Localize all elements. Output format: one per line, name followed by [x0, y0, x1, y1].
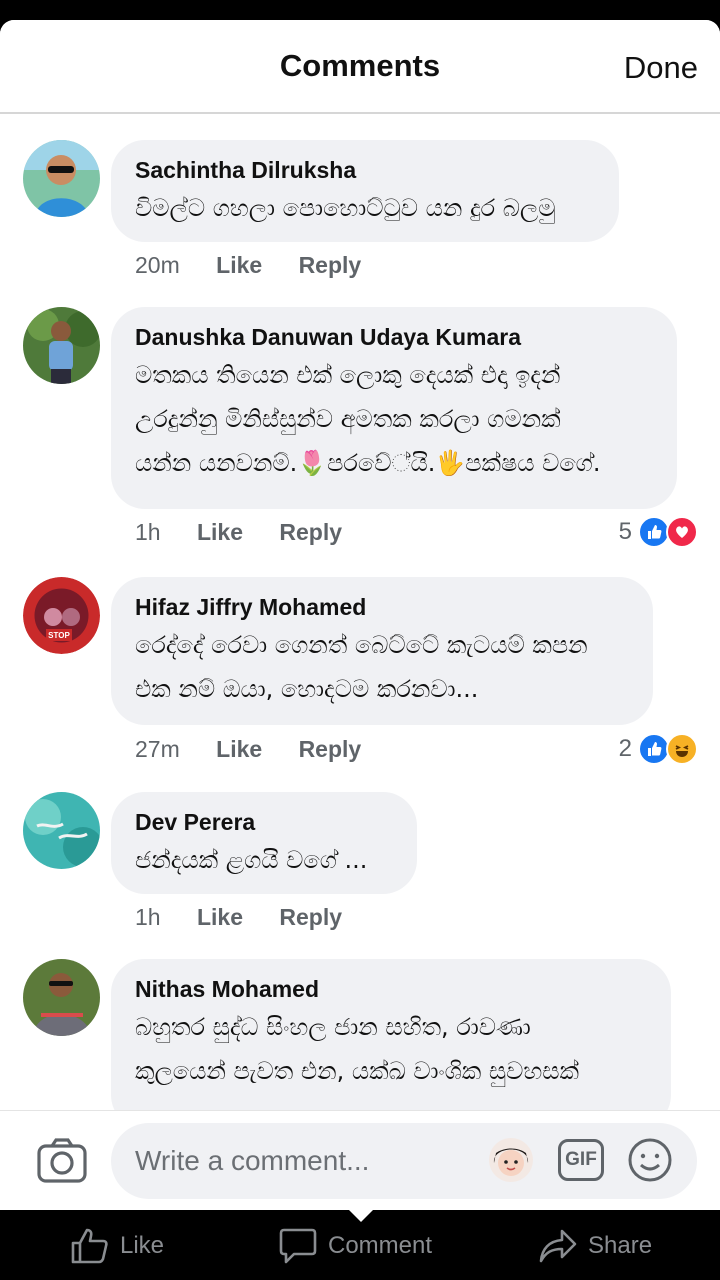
- reaction-summary[interactable]: 2: [619, 732, 698, 766]
- like-link[interactable]: Like: [216, 252, 262, 278]
- status-strip: [0, 0, 720, 20]
- laughing-face-icon: [666, 733, 698, 765]
- comment-text: ජන්දයක් ළගයි වගේ ...: [135, 846, 368, 874]
- comment-text: රෙද්දේ රෙවා ගෙනත් බෙට්ටේ කැටයම් කපන: [135, 631, 588, 659]
- comment-text: විමල්ට ගහලා පොහොට්ටුව යන දුර බලමු: [135, 194, 556, 222]
- comment-bubble: Dev Perera ජන්දයක් ළගයි වගේ ...: [111, 792, 417, 894]
- comment-meta: 27m Like Reply: [135, 734, 391, 764]
- page-title: Comments: [279, 48, 441, 83]
- comment-author[interactable]: Dev Perera: [135, 806, 393, 838]
- comment-composer: Write a comment... GIF: [0, 1110, 720, 1210]
- comment-icon: [279, 1228, 317, 1264]
- reaction-summary[interactable]: 5: [619, 515, 698, 549]
- comment-time: 1h: [135, 904, 161, 930]
- comment-input[interactable]: Write a comment... GIF: [111, 1123, 697, 1199]
- comment-meta: 1h Like Reply: [135, 902, 372, 932]
- camera-icon[interactable]: [36, 1137, 88, 1185]
- like-link[interactable]: Like: [197, 519, 243, 545]
- comment-bubble: Hifaz Jiffry Mohamed රෙද්දේ රෙවා ගෙනත් බ…: [111, 577, 653, 725]
- reply-link[interactable]: Reply: [299, 736, 362, 762]
- comment-list[interactable]: Sachintha Dilruksha විමල්ට ගහලා පොහොට්ටු…: [0, 116, 720, 1110]
- comment-author[interactable]: Danushka Danuwan Udaya Kumara: [135, 321, 653, 353]
- comment-bubble: Nithas Mohamed බහුතර සුද්ධ සිංහල ජාන සහි…: [111, 959, 671, 1110]
- svg-text:STOP: STOP: [48, 631, 70, 640]
- comment-meta: 1h Like Reply: [135, 517, 372, 547]
- comment-time: 1h: [135, 519, 161, 545]
- sheet-pointer: [347, 1208, 375, 1222]
- comment-text: කුලයෙන් පැවත එන, යක්ඛ වාංශික සුවහසක්: [135, 1057, 580, 1085]
- done-button[interactable]: Done: [624, 50, 698, 86]
- comment-author[interactable]: Sachintha Dilruksha: [135, 154, 595, 186]
- avatar[interactable]: STOP: [23, 577, 100, 654]
- thumbs-up-icon: [71, 1228, 108, 1264]
- comment-text: උරදුන්නු මිනිස්සුන්ව අමතක කරලා ගමනක්: [135, 405, 561, 433]
- comment-text: මතකය තියෙන එක් ලොකු දෙයක් එදා ඉදන්: [135, 361, 561, 389]
- comments-header: Comments Done: [0, 20, 720, 114]
- avatar[interactable]: [23, 792, 100, 869]
- comment-text: යන්න යනවනම්.🌷පරවේ්යි.🖐පක්ෂය වගේ.: [135, 449, 601, 477]
- avatar-sticker-icon[interactable]: [488, 1137, 534, 1183]
- avatar[interactable]: [23, 307, 100, 384]
- avatar[interactable]: [23, 959, 100, 1036]
- comment-bubble: Sachintha Dilruksha විමල්ට ගහලා පොහොට්ටු…: [111, 140, 619, 242]
- heart-icon: [666, 516, 698, 548]
- comment-input-placeholder: Write a comment...: [135, 1145, 370, 1176]
- reaction-count: 2: [618, 735, 632, 762]
- comments-sheet: Comments Done Sachintha Dilruksha විමල්ට…: [0, 20, 720, 1210]
- reaction-count: 5: [618, 518, 632, 545]
- comment-author[interactable]: Hifaz Jiffry Mohamed: [135, 591, 629, 623]
- reply-link[interactable]: Reply: [279, 519, 342, 545]
- share-action-label: Share: [588, 1232, 653, 1259]
- comment-time: 20m: [135, 252, 180, 278]
- like-action-label: Like: [120, 1232, 165, 1259]
- share-action-button[interactable]: Share: [538, 1226, 652, 1266]
- gif-icon[interactable]: GIF: [558, 1139, 604, 1181]
- comment-text: එක නම් ඔයා, හොදටම කරනවා...: [135, 675, 479, 703]
- share-icon: [539, 1229, 577, 1263]
- comment-text: බහුතර සුද්ධ සිංහල ජාන සහිත, රාවණා: [135, 1013, 531, 1041]
- comment-bubble: Danushka Danuwan Udaya Kumara මතකය තියෙන…: [111, 307, 677, 509]
- comment-time: 27m: [135, 736, 180, 762]
- comment-action-label: Comment: [328, 1232, 433, 1259]
- reply-link[interactable]: Reply: [299, 252, 362, 278]
- comment-action-button[interactable]: Comment: [278, 1226, 432, 1266]
- like-action-button[interactable]: Like: [70, 1226, 164, 1266]
- comment-meta: 20m Like Reply: [135, 250, 391, 280]
- smile-icon[interactable]: [627, 1137, 673, 1183]
- like-link[interactable]: Like: [216, 736, 262, 762]
- like-link[interactable]: Like: [197, 904, 243, 930]
- avatar[interactable]: [23, 140, 100, 217]
- reply-link[interactable]: Reply: [279, 904, 342, 930]
- comment-author[interactable]: Nithas Mohamed: [135, 973, 647, 1005]
